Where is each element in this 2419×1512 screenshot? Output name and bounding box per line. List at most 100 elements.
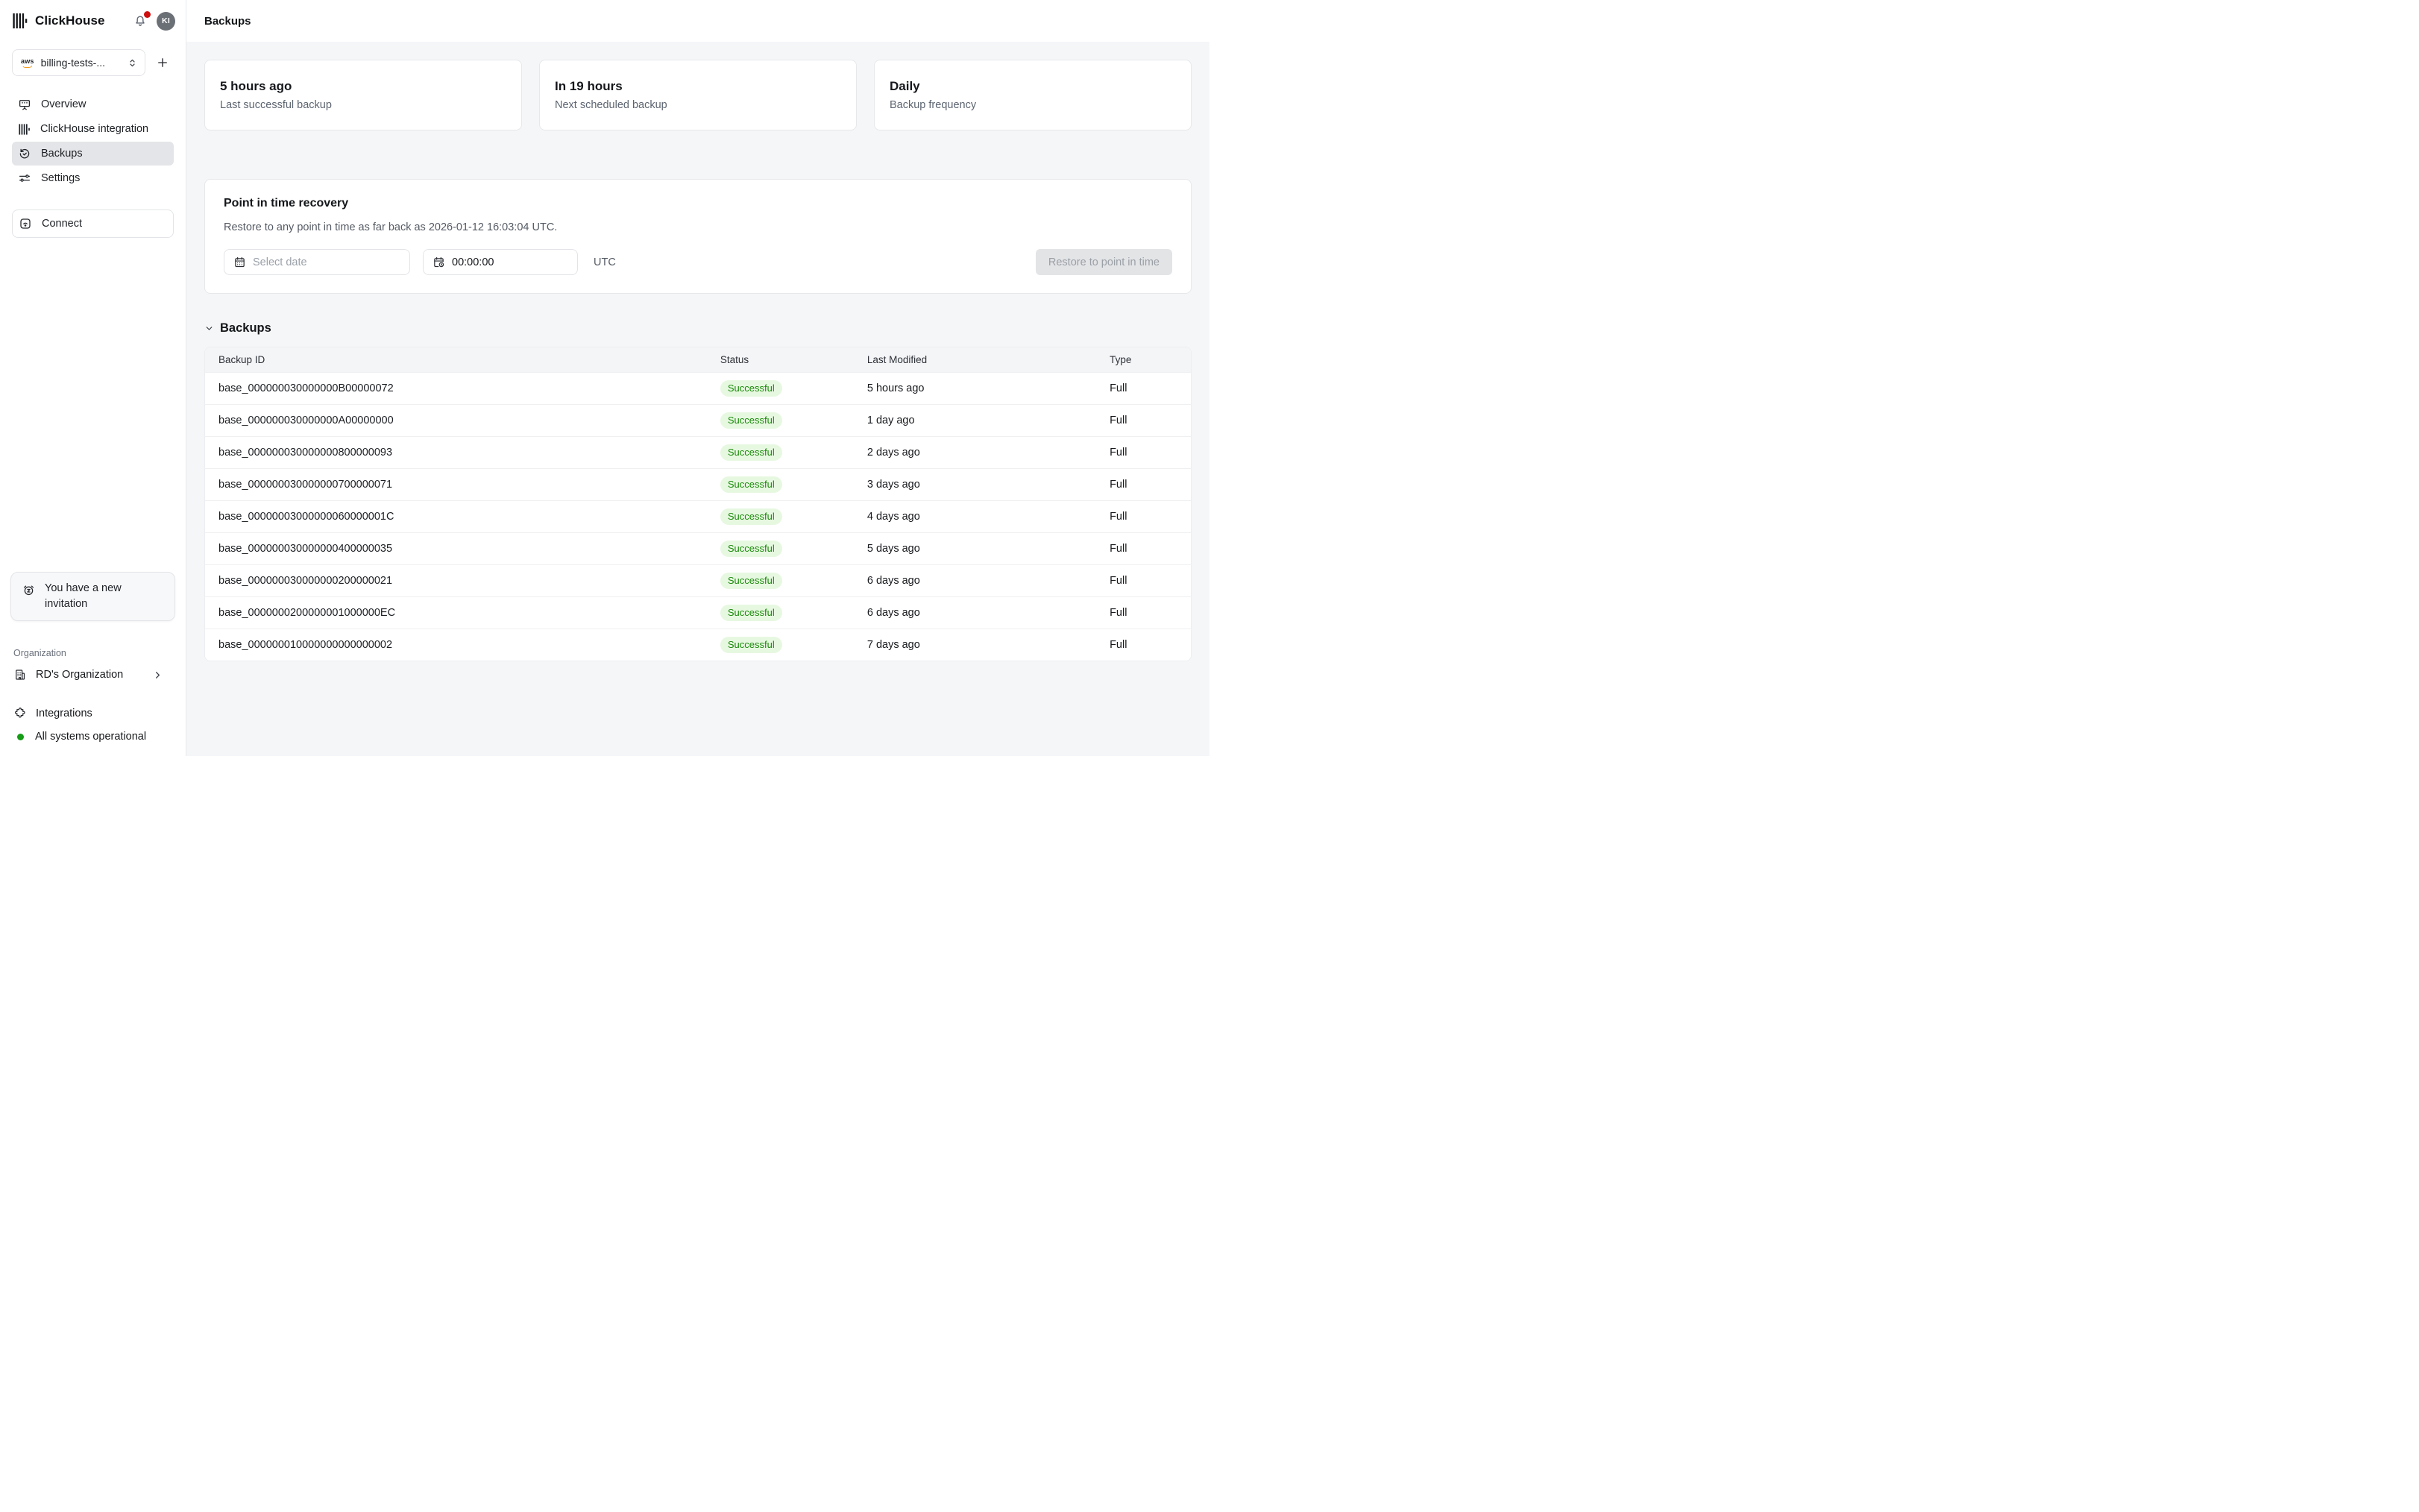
table-row[interactable]: base_000000030000000700000071 Successful…	[205, 468, 1191, 500]
chevron-down-icon	[204, 324, 214, 333]
aws-logo-icon: aws	[21, 58, 34, 68]
status-badge: Successful	[720, 605, 782, 621]
table-row[interactable]: base_000000010000000000000002 Successful…	[205, 629, 1191, 661]
status-cell: Successful	[707, 508, 854, 525]
backup-id-cell: base_000000030000000700000071	[205, 479, 707, 491]
date-input-placeholder: Select date	[253, 256, 307, 268]
status-cell: Successful	[707, 541, 854, 557]
settings-sliders-icon	[18, 171, 31, 185]
timezone-label: UTC	[594, 256, 616, 268]
building-icon	[13, 668, 27, 681]
integrations-link[interactable]: Integrations	[13, 707, 172, 720]
backup-id-cell: base_000000030000000B00000072	[205, 382, 707, 394]
table-row[interactable]: base_000000030000000200000021 Successful…	[205, 564, 1191, 596]
status-cell: Successful	[707, 637, 854, 653]
table-row[interactable]: base_000000030000000B00000072 Successful…	[205, 372, 1191, 404]
restore-button[interactable]: Restore to point in time	[1036, 249, 1172, 275]
pitr-title: Point in time recovery	[224, 197, 1172, 210]
invitation-banner[interactable]: You have a new invitation	[10, 572, 175, 621]
date-input[interactable]: Select date	[224, 249, 410, 275]
sidebar-footer: Integrations All systems operational	[0, 707, 186, 743]
page-title: Backups	[204, 15, 251, 28]
column-header-status: Status	[707, 354, 854, 365]
table-row[interactable]: base_00000003000000060000001C Successful…	[205, 500, 1191, 532]
type-cell: Full	[1096, 415, 1191, 426]
sidebar-item-label: Overview	[41, 98, 86, 110]
backup-history-icon	[18, 147, 31, 160]
avatar[interactable]: KI	[157, 12, 175, 31]
clickhouse-bars-icon	[18, 123, 31, 136]
sidebar-item-label: ClickHouse integration	[40, 123, 148, 135]
type-cell: Full	[1096, 607, 1191, 619]
type-cell: Full	[1096, 382, 1191, 394]
point-in-time-recovery-card: Point in time recovery Restore to any po…	[204, 179, 1192, 294]
sidebar-item-settings[interactable]: Settings	[12, 166, 174, 190]
status-cell: Successful	[707, 605, 854, 621]
notification-dot	[144, 11, 151, 18]
notifications-button[interactable]	[133, 13, 148, 28]
type-cell: Full	[1096, 479, 1191, 491]
summary-card-label: Last successful backup	[220, 99, 506, 111]
backup-id-cell: base_000000030000000800000093	[205, 447, 707, 459]
sidebar-item-backups[interactable]: Backups	[12, 142, 174, 166]
sidebar-item-overview[interactable]: Overview	[12, 92, 174, 116]
add-service-button[interactable]	[151, 56, 174, 69]
time-input[interactable]: 00:00:00	[423, 249, 578, 275]
type-cell: Full	[1096, 639, 1191, 651]
main-area: Backups 5 hours ago Last successful back…	[186, 0, 1210, 756]
table-row[interactable]: base_000000030000000800000093 Successful…	[205, 436, 1191, 468]
time-input-value: 00:00:00	[452, 256, 494, 268]
summary-card: 5 hours ago Last successful backup	[204, 60, 522, 130]
sidebar: ClickHouse KI aws billing-tests-...	[0, 0, 186, 756]
status-cell: Successful	[707, 412, 854, 429]
connect-label: Connect	[42, 218, 82, 230]
calendar-clock-icon	[432, 256, 445, 268]
connect-button[interactable]: Connect	[12, 210, 174, 238]
status-badge: Successful	[720, 412, 782, 429]
backup-id-cell: base_000000030000000A00000000	[205, 415, 707, 426]
invitation-text: You have a new invitation	[45, 581, 166, 612]
column-header-type: Type	[1096, 354, 1191, 365]
summary-cards: 5 hours ago Last successful backup In 19…	[204, 60, 1192, 130]
sidebar-item-label: Backups	[41, 148, 83, 160]
plus-icon	[156, 56, 169, 69]
calendar-icon	[233, 256, 246, 268]
content: 5 hours ago Last successful backup In 19…	[186, 42, 1210, 756]
status-badge: Successful	[720, 573, 782, 589]
overview-icon	[18, 98, 31, 111]
summary-card-label: Next scheduled backup	[555, 99, 841, 111]
organization-label: Organization	[0, 637, 186, 658]
invitation-snooze-icon	[22, 583, 36, 597]
clickhouse-logo-icon	[12, 13, 28, 29]
puzzle-icon	[13, 707, 27, 720]
topbar: Backups	[186, 0, 1210, 42]
type-cell: Full	[1096, 543, 1191, 555]
sidebar-item-clickhouse-integration[interactable]: ClickHouse integration	[12, 117, 174, 141]
table-row[interactable]: base_000000030000000400000035 Successful…	[205, 532, 1191, 564]
table-row[interactable]: base_000000030000000A00000000 Successful…	[205, 404, 1191, 436]
column-header-last-modified: Last Modified	[854, 354, 1096, 365]
backup-id-cell: base_000000030000000400000035	[205, 543, 707, 555]
status-badge: Successful	[720, 380, 782, 397]
type-cell: Full	[1096, 575, 1191, 587]
summary-card: In 19 hours Next scheduled backup	[539, 60, 857, 130]
backup-id-cell: base_0000000200000001000000EC	[205, 607, 707, 619]
brand-title: ClickHouse	[35, 13, 105, 28]
status-badge: Successful	[720, 541, 782, 557]
organization-row[interactable]: RD's Organization	[0, 658, 186, 681]
status-badge: Successful	[720, 476, 782, 493]
column-header-backup-id: Backup ID	[205, 354, 707, 365]
backups-section-header[interactable]: Backups	[204, 321, 1192, 336]
backups-table: Backup ID Status Last Modified Type base…	[204, 347, 1192, 661]
last-modified-cell: 6 days ago	[854, 607, 1096, 619]
system-status-link[interactable]: All systems operational	[13, 731, 172, 743]
last-modified-cell: 7 days ago	[854, 639, 1096, 651]
brand-row: ClickHouse KI	[0, 0, 186, 42]
status-badge: Successful	[720, 637, 782, 653]
backup-id-cell: base_00000003000000060000001C	[205, 511, 707, 523]
table-row[interactable]: base_0000000200000001000000EC Successful…	[205, 596, 1191, 629]
service-selector[interactable]: aws billing-tests-...	[12, 49, 145, 76]
status-dot	[17, 734, 24, 740]
last-modified-cell: 1 day ago	[854, 415, 1096, 426]
backups-table-body: base_000000030000000B00000072 Successful…	[205, 372, 1191, 661]
